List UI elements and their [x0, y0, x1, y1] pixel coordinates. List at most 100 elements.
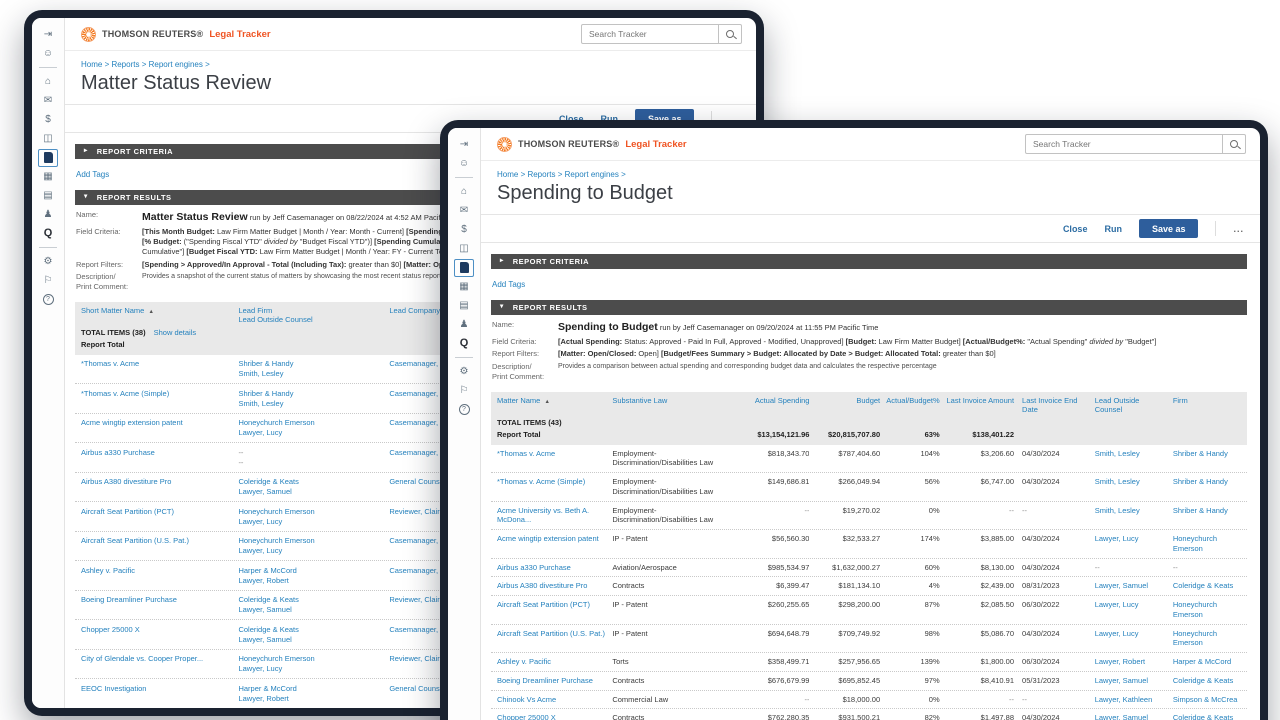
lead-outside-counsel-link[interactable]: Lawyer, Samuel	[1085, 676, 1163, 686]
more-options-button[interactable]: ...	[1233, 224, 1244, 234]
page-scroll-area[interactable]: Home > Reports > Report engines > Spendi…	[481, 161, 1260, 720]
user-icon[interactable]: ☺	[453, 154, 475, 173]
search-button[interactable]	[1223, 134, 1246, 154]
lead-counsel-link[interactable]: Lawyer, Robert	[238, 694, 381, 704]
contacts-icon[interactable]: ♟	[37, 205, 59, 224]
matter-link[interactable]: Acme wingtip extension patent	[81, 418, 238, 438]
matter-link[interactable]: Ashley v. Pacific	[497, 657, 612, 667]
firm-link[interactable]: Harper & McCord	[1163, 657, 1241, 667]
firm-link[interactable]: Honeychurch Emerson	[1163, 600, 1241, 620]
firm-link[interactable]: Shriber & Handy	[1163, 449, 1241, 469]
analytics-icon[interactable]: ▦	[37, 167, 59, 186]
lead-firm-link[interactable]: --	[238, 448, 381, 458]
lead-firm-link[interactable]: Coleridge & Keats	[238, 595, 381, 605]
matter-link[interactable]: Acme wingtip extension patent	[497, 534, 612, 554]
brand-logo[interactable]: THOMSON REUTERS® Legal Tracker	[81, 27, 271, 42]
matter-link[interactable]: Chinook Vs Acme	[497, 695, 612, 705]
expand-sidebar-icon[interactable]: ⇥	[453, 135, 475, 154]
lead-outside-counsel-link[interactable]: Lawyer, Robert	[1085, 657, 1163, 667]
lead-firm-link[interactable]: Coleridge & Keats	[238, 477, 381, 487]
firm-link[interactable]: Coleridge & Keats	[1163, 676, 1241, 686]
column-header-last-invoice-end-date[interactable]: Last Invoice End Date	[1014, 396, 1085, 414]
help-icon[interactable]: ?	[453, 400, 475, 419]
matter-link[interactable]: Chopper 25000 X	[497, 713, 612, 720]
add-tags-link[interactable]: Add Tags	[76, 170, 109, 179]
matter-link[interactable]: City of Glendale vs. Cooper Proper...	[81, 654, 238, 674]
lead-outside-counsel-link[interactable]: Smith, Lesley	[1085, 506, 1163, 526]
column-header-firm[interactable]: Firm	[1163, 396, 1241, 405]
lead-firm-link[interactable]: Shriber & Handy	[238, 389, 381, 399]
dashboards-icon[interactable]: ▤	[37, 186, 59, 205]
column-header-lead-outside-counsel[interactable]: Lead Outside Counsel	[1085, 396, 1163, 414]
column-header-lead-firm[interactable]: Lead FirmLead Outside Counsel	[238, 306, 389, 324]
column-header-last-invoice-amount[interactable]: Last Invoice Amount	[940, 396, 1014, 405]
lead-outside-counsel-link[interactable]: Lawyer, Samuel	[1085, 581, 1163, 591]
lead-firm-link[interactable]: Honeychurch Emerson	[238, 654, 381, 664]
lead-counsel-link[interactable]: Lawyer, Samuel	[238, 605, 381, 615]
matter-link[interactable]: Boeing Dreamliner Purchase	[497, 676, 612, 686]
invoices-icon[interactable]: ◫	[37, 129, 59, 148]
lead-outside-counsel-link[interactable]: Lawyer, Lucy	[1085, 600, 1163, 620]
matter-link[interactable]: Aircraft Seat Partition (PCT)	[81, 507, 238, 527]
alerts-bell-icon[interactable]: ⚐	[37, 271, 59, 290]
matters-icon[interactable]: ✉	[37, 91, 59, 110]
settings-gear-icon[interactable]: ⚙	[453, 362, 475, 381]
save-as-button[interactable]: Save as	[1139, 219, 1199, 238]
settings-gear-icon[interactable]: ⚙	[37, 252, 59, 271]
lead-counsel-link[interactable]: --	[238, 458, 381, 468]
show-details-link[interactable]: Show details	[154, 328, 197, 337]
spend-icon[interactable]: $	[453, 220, 475, 239]
lead-outside-counsel-link[interactable]: --	[1085, 563, 1163, 573]
lead-outside-counsel-link[interactable]: Smith, Lesley	[1085, 477, 1163, 497]
help-icon[interactable]: ?	[37, 290, 59, 309]
breadcrumb[interactable]: Home > Reports > Report engines >	[81, 60, 740, 69]
matter-link[interactable]: Boeing Dreamliner Purchase	[81, 595, 238, 615]
firm-link[interactable]: Coleridge & Keats	[1163, 581, 1241, 591]
contacts-icon[interactable]: ♟	[453, 315, 475, 334]
firm-link[interactable]: Shriber & Handy	[1163, 477, 1241, 497]
search-input[interactable]	[581, 24, 719, 44]
search-input[interactable]	[1025, 134, 1223, 154]
run-button[interactable]: Run	[1104, 224, 1122, 234]
quick-links-icon[interactable]: Q	[37, 224, 59, 243]
matter-link[interactable]: Airbus A380 divestiture Pro	[81, 477, 238, 497]
invoices-icon[interactable]: ◫	[453, 239, 475, 258]
lead-counsel-link[interactable]: Lawyer, Lucy	[238, 664, 381, 674]
matter-link[interactable]: Acme University vs. Beth A. McDona...	[497, 506, 612, 526]
lead-counsel-link[interactable]: Lawyer, Lucy	[238, 546, 381, 556]
spend-icon[interactable]: $	[37, 110, 59, 129]
lead-firm-link[interactable]: Honeychurch Emerson	[238, 536, 381, 546]
matter-link[interactable]: Aircraft Seat Partition (U.S. Pat.)	[497, 629, 612, 649]
report-results-header[interactable]: ▾ REPORT RESULTS	[491, 300, 1247, 315]
reports-icon-active[interactable]	[453, 258, 475, 277]
matter-link[interactable]: Aircraft Seat Partition (PCT)	[497, 600, 612, 620]
lead-firm-link[interactable]: Honeychurch Emerson	[238, 507, 381, 517]
lead-firm-link[interactable]: Harper & McCord	[238, 566, 381, 576]
firm-link[interactable]: Honeychurch Emerson	[1163, 629, 1241, 649]
user-icon[interactable]: ☺	[37, 44, 59, 63]
add-tags-link[interactable]: Add Tags	[492, 280, 525, 289]
lead-outside-counsel-link[interactable]: Lawyer, Lucy	[1085, 629, 1163, 649]
matter-link[interactable]: Airbus a330 Purchase	[81, 448, 238, 468]
lead-counsel-link[interactable]: Lawyer, Lucy	[238, 428, 381, 438]
matters-icon[interactable]: ✉	[453, 201, 475, 220]
matter-link[interactable]: *Thomas v. Acme (Simple)	[81, 389, 238, 409]
reports-icon-active[interactable]	[37, 148, 59, 167]
breadcrumb[interactable]: Home > Reports > Report engines >	[497, 170, 1244, 179]
column-header-matter[interactable]: Short Matter Name ▲	[81, 306, 238, 316]
brand-logo[interactable]: THOMSON REUTERS® Legal Tracker	[497, 137, 687, 152]
dashboards-icon[interactable]: ▤	[453, 296, 475, 315]
lead-outside-counsel-link[interactable]: Lawyer, Kathleen	[1085, 695, 1163, 705]
expand-sidebar-icon[interactable]: ⇥	[37, 25, 59, 44]
lead-outside-counsel-link[interactable]: Lawyer, Lucy	[1085, 534, 1163, 554]
firm-link[interactable]: Honeychurch Emerson	[1163, 534, 1241, 554]
lead-counsel-link[interactable]: Smith, Lesley	[238, 399, 381, 409]
column-header-actual-budget-pct[interactable]: Actual/Budget%	[880, 396, 940, 405]
quick-links-icon[interactable]: Q	[453, 334, 475, 353]
search-button[interactable]	[719, 24, 742, 44]
matter-link[interactable]: Aircraft Seat Partition (U.S. Pat.)	[81, 536, 238, 556]
lead-counsel-link[interactable]: Lawyer, Robert	[238, 576, 381, 586]
matter-link[interactable]: Ashley v. Pacific	[81, 566, 238, 586]
firm-link[interactable]: Simpson & McCrea	[1163, 695, 1241, 705]
alerts-bell-icon[interactable]: ⚐	[453, 381, 475, 400]
